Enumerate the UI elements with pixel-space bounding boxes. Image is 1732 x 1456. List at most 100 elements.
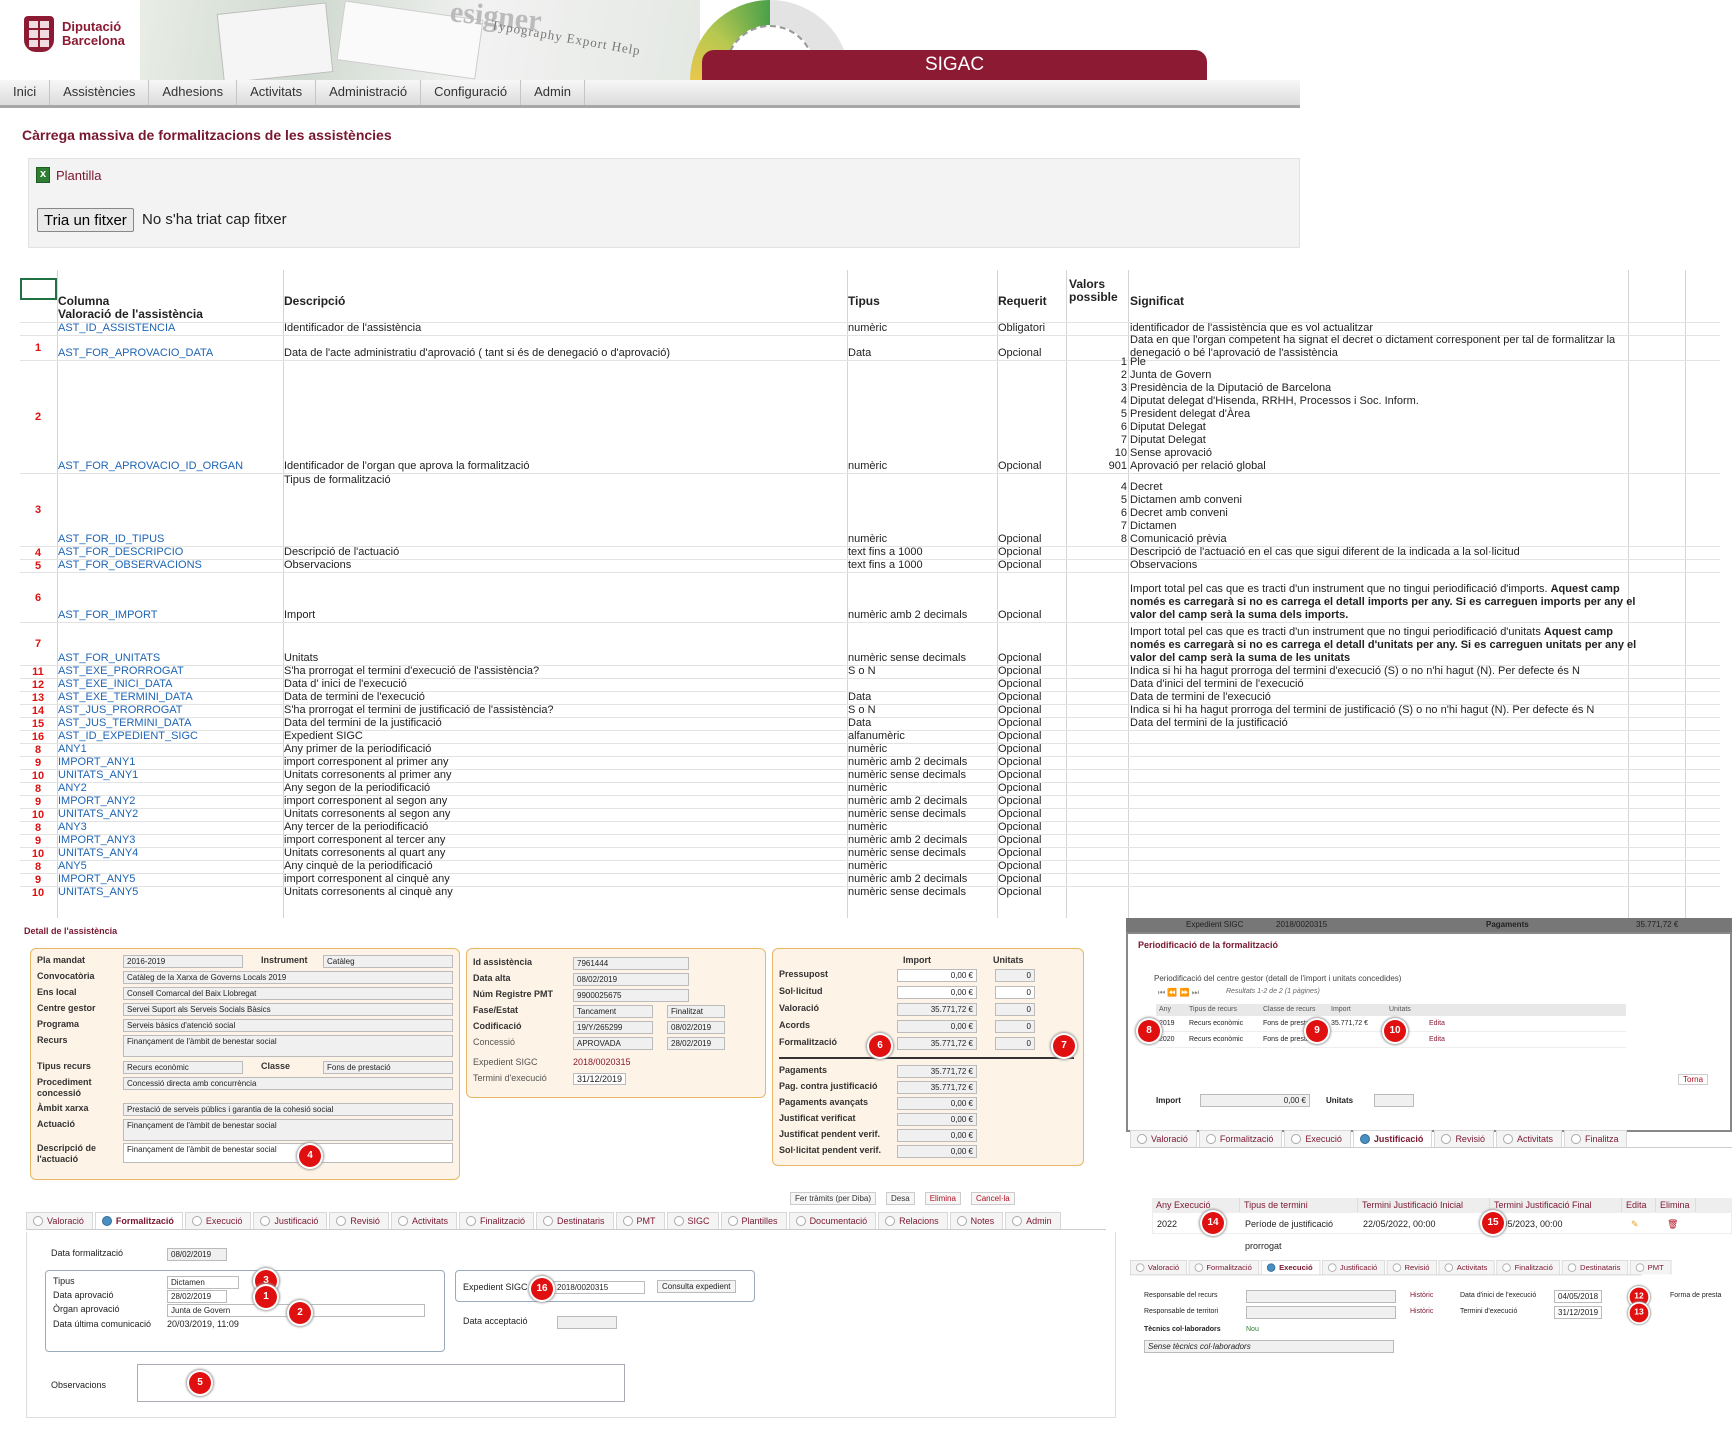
tab-finalització[interactable]: Finalització — [458, 1212, 534, 1229]
field-label: Centre gestor — [37, 1003, 96, 1013]
tab-admin[interactable]: Admin — [1005, 1212, 1061, 1229]
meaning-text: Descripció de l'actuació en el cas que s… — [1130, 546, 1520, 558]
nav-item-6[interactable]: Admin — [521, 80, 585, 105]
resp-recurs-field[interactable] — [1246, 1290, 1396, 1303]
edit-pencil-icon[interactable]: ✎ — [1623, 1213, 1657, 1233]
resp-territori-field[interactable] — [1246, 1306, 1396, 1319]
amount-import[interactable]: 0,00 € — [897, 969, 977, 982]
column-header[interactable]: Elimina — [1656, 1198, 1696, 1212]
termini-execucio-field[interactable]: 31/12/2019 — [1554, 1306, 1602, 1319]
delete-icon[interactable]: 🗑 — [1657, 1213, 1697, 1233]
amount-import[interactable]: 0,00 € — [897, 986, 977, 999]
nav-item-5[interactable]: Configuració — [421, 80, 522, 105]
historic-link[interactable]: Històric — [1410, 1308, 1433, 1315]
add-tecnic-button[interactable]: Nou — [1246, 1326, 1259, 1333]
data-acceptacio-field[interactable] — [557, 1316, 617, 1329]
column-header[interactable]: Any Execució — [1152, 1198, 1240, 1212]
nav-item-4[interactable]: Administració — [316, 80, 422, 105]
tab-revisió[interactable]: Revisió — [1434, 1130, 1494, 1147]
tab-justificació[interactable]: Justificació — [253, 1212, 328, 1229]
field-value[interactable]: Finançament de l'àmbit de benestar socia… — [123, 1143, 453, 1163]
template-link[interactable]: Plantilla — [36, 167, 102, 183]
column-header[interactable]: Any — [1156, 1004, 1186, 1016]
expedient-field[interactable]: 2018/0020315 — [553, 1281, 645, 1294]
column-header[interactable]: Unitats — [1386, 1004, 1426, 1016]
tab-execució[interactable]: Execució — [1261, 1260, 1321, 1275]
tab-valoració[interactable]: Valoració — [26, 1212, 93, 1229]
edit-link[interactable]: Edita — [1426, 1016, 1456, 1031]
edit-link[interactable]: Edita — [1426, 1032, 1456, 1047]
column-name: ANY3 — [58, 821, 87, 833]
choose-file-button[interactable]: Tria un fitxer — [37, 208, 134, 232]
column-header[interactable]: Tipus de recurs — [1186, 1004, 1260, 1016]
payment-import: 35.771,72 € — [897, 1081, 977, 1094]
tab-execució[interactable]: Execució — [184, 1212, 252, 1229]
row-number: 9 — [34, 874, 42, 886]
pager-icons[interactable]: ⏮ ⏪ ⏩ ⏭ — [1158, 988, 1199, 998]
historic-link[interactable]: Històric — [1410, 1292, 1433, 1299]
marker-10: 10 — [1384, 1020, 1406, 1042]
nav-item-1[interactable]: Assistències — [50, 80, 150, 105]
data-aprovacio-field[interactable]: 28/02/2019 — [167, 1290, 227, 1303]
meaning-text: Indica si hi ha hagut prorroga del termi… — [1130, 704, 1595, 716]
tab-justificació[interactable]: Justificació — [1352, 1130, 1433, 1147]
save-button[interactable]: Desa — [886, 1192, 915, 1205]
field-label: Fase/Estat — [473, 1005, 519, 1015]
row-number: 8 — [34, 783, 42, 795]
tab-valoració[interactable]: Valoració — [1130, 1260, 1187, 1275]
torna-button[interactable]: Torna — [1678, 1074, 1709, 1085]
tab-destinataris[interactable]: Destinataris — [535, 1212, 614, 1229]
action-label: Desa — [891, 1194, 910, 1203]
column-type: numèric — [848, 782, 888, 794]
column-header[interactable]: Termini Justificació Inicial — [1358, 1198, 1490, 1212]
fer-tramits-button[interactable]: Fer tràmits (per Diba) — [790, 1192, 877, 1205]
tab-pmt[interactable]: PMT — [1629, 1260, 1672, 1275]
tab-activitats[interactable]: Activitats — [390, 1212, 457, 1229]
tab-destinataris[interactable]: Destinataris — [1562, 1260, 1629, 1275]
tab-finalització[interactable]: Finalització — [1496, 1260, 1561, 1275]
column-header[interactable]: Termini Justificació Final — [1490, 1198, 1622, 1212]
tab-sigc[interactable]: SIGC — [666, 1212, 719, 1229]
nav-item-3[interactable]: Activitats — [237, 80, 317, 105]
column-name: AST_EXE_INICI_DATA — [58, 678, 173, 690]
tab-finalitza[interactable]: Finalitza — [1563, 1130, 1628, 1147]
column-header[interactable]: Import — [1328, 1004, 1386, 1016]
tab-formalització[interactable]: Formalització — [1188, 1260, 1260, 1275]
tab-plantilles[interactable]: Plantilles — [720, 1212, 787, 1229]
nav-item-0[interactable]: Inici — [0, 80, 51, 105]
tab-documentació[interactable]: Documentació — [788, 1212, 877, 1229]
column-type: numèric amb 2 decimals — [848, 873, 968, 885]
tab-revisió[interactable]: Revisió — [329, 1212, 389, 1229]
tipus-select[interactable]: Dictamen — [167, 1276, 239, 1289]
tab-pmt[interactable]: PMT — [615, 1212, 665, 1229]
consulta-expedient-button[interactable]: Consulta expedient — [657, 1280, 736, 1293]
tab-formalització[interactable]: Formalització — [94, 1212, 183, 1229]
tab-icon — [727, 1216, 738, 1226]
nav-item-2[interactable]: Adhesions — [149, 80, 238, 105]
column-required: Opcional — [998, 546, 1042, 558]
column-header[interactable]: Classe de recurs — [1260, 1004, 1328, 1016]
column-header[interactable] — [1426, 1004, 1456, 1016]
data-formalitzacio-label: Data formalització — [51, 1248, 124, 1258]
tab-relacions[interactable]: Relacions — [878, 1212, 948, 1229]
column-name: AST_FOR_APROVACIO_ID_ORGAN — [58, 460, 244, 472]
cancel-button[interactable]: Cancel·la — [970, 1192, 1015, 1205]
tab-valoració[interactable]: Valoració — [1130, 1130, 1197, 1147]
tab-justificació[interactable]: Justificació — [1322, 1260, 1385, 1275]
column-header[interactable]: Edita — [1622, 1198, 1656, 1212]
payment-import: 0,00 € — [897, 1145, 977, 1158]
tab-activitats[interactable]: Activitats — [1495, 1130, 1562, 1147]
banner-text: Typography Export Help — [489, 16, 643, 59]
tab-revisió[interactable]: Revisió — [1386, 1260, 1438, 1275]
tab-execució[interactable]: Execució — [1284, 1130, 1351, 1147]
marker-6: 6 — [869, 1035, 891, 1057]
tab-activitats[interactable]: Activitats — [1438, 1260, 1496, 1275]
amount-units[interactable]: 0 — [995, 986, 1035, 999]
data-inici-field[interactable]: 04/05/2018 — [1554, 1290, 1602, 1303]
tab-notes[interactable]: Notes — [949, 1212, 1004, 1229]
delete-button[interactable]: Elimina — [924, 1192, 961, 1205]
column-name: AST_FOR_UNITATS — [58, 652, 161, 664]
tab-formalització[interactable]: Formalització — [1198, 1130, 1283, 1147]
diputacio-logo[interactable]: Diputació Barcelona — [24, 16, 125, 52]
column-header[interactable]: Tipus de termini — [1240, 1198, 1358, 1212]
